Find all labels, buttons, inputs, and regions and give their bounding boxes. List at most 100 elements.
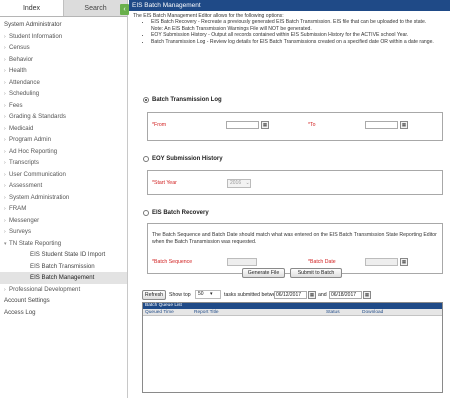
submitted-between-label: tasks submitted between bbox=[224, 292, 282, 298]
sidebar-nav: System Administrator › Student Information… bbox=[0, 17, 127, 318]
column-header[interactable]: Download bbox=[362, 309, 383, 316]
option-label: EOY Submission History bbox=[152, 156, 223, 162]
sidebar-item[interactable]: › Behavior bbox=[0, 54, 127, 66]
sidebar-item[interactable]: › Messenger bbox=[0, 215, 127, 227]
option-batch-transmission-log[interactable]: Batch Transmission Log bbox=[143, 97, 222, 103]
radio-eis-batch-recovery[interactable] bbox=[143, 210, 149, 216]
sidebar-item[interactable]: › Health bbox=[0, 65, 127, 77]
sidebar-item-label: Health bbox=[9, 67, 27, 74]
sidebar-item-label: Account Settings bbox=[4, 297, 50, 304]
sidebar-item[interactable]: › Fees bbox=[0, 100, 127, 112]
sidebar-item[interactable]: EIS Batch Management bbox=[0, 272, 127, 284]
queue-date-from-input[interactable]: 06/12/2017 bbox=[274, 291, 307, 299]
start-year-value: 2016 bbox=[230, 180, 242, 186]
intro-list: EIS Batch Recovery - Recreate a previous… bbox=[151, 19, 447, 45]
sidebar-item[interactable]: › Transcripts bbox=[0, 157, 127, 169]
sidebar-item-label: Medicaid bbox=[9, 124, 34, 132]
batch-date-label: *Batch Date bbox=[308, 259, 336, 265]
sidebar-item[interactable]: › Ad Hoc Reporting bbox=[0, 146, 127, 158]
batch-date-input[interactable] bbox=[365, 258, 398, 266]
sidebar-item-label: TN State Reporting bbox=[9, 239, 62, 247]
option-eis-batch-recovery[interactable]: EIS Batch Recovery bbox=[143, 210, 209, 216]
page-title: EIS Batch Management bbox=[129, 0, 450, 11]
calendar-icon[interactable]: ▦ bbox=[400, 258, 408, 266]
sidebar-item-label: Grading & Standards bbox=[9, 113, 66, 120]
log-fieldset: *From ▦ *To ▦ bbox=[147, 112, 443, 141]
recovery-note: The Batch Sequence and Batch Date should… bbox=[152, 232, 437, 245]
sidebar-item-label: User Communication bbox=[9, 170, 66, 178]
batch-sequence-input[interactable] bbox=[227, 258, 257, 266]
tab-search[interactable]: Search bbox=[64, 0, 127, 16]
sidebar-item[interactable]: › Scheduling bbox=[0, 88, 127, 100]
sidebar-item[interactable]: › User Communication bbox=[0, 169, 127, 181]
sidebar-item[interactable]: › Student Information bbox=[0, 31, 127, 43]
to-date-input[interactable] bbox=[365, 121, 398, 129]
calendar-icon[interactable]: ▦ bbox=[261, 121, 269, 129]
sidebar-item[interactable]: › Surveys bbox=[0, 226, 127, 238]
option-label: EIS Batch Recovery bbox=[152, 210, 209, 216]
sidebar-item[interactable]: › System Administration bbox=[0, 192, 127, 204]
sidebar-item-label: FRAM bbox=[9, 205, 27, 212]
sidebar-item[interactable]: Access Log bbox=[0, 307, 127, 319]
sidebar-item-label: Professional Development bbox=[9, 285, 81, 293]
sidebar-item-label: Transcripts bbox=[9, 159, 39, 166]
sidebar-item-label: Surveys bbox=[9, 228, 32, 235]
sidebar-item-label: System Administrator bbox=[4, 21, 62, 28]
sidebar-item-label: Program Admin bbox=[9, 136, 51, 143]
refresh-button[interactable]: Refresh bbox=[142, 290, 166, 300]
collapse-sidebar-button[interactable]: ‹ bbox=[120, 4, 129, 15]
column-header[interactable]: Queued Time bbox=[145, 309, 174, 316]
start-year-select[interactable]: 2016 ⌄ bbox=[227, 179, 251, 188]
intro-item: EIS Batch Recovery - Recreate a previous… bbox=[151, 19, 447, 25]
sidebar-item-label: System Administration bbox=[9, 193, 70, 201]
from-label: *From bbox=[152, 122, 167, 128]
sidebar-item[interactable]: EIS Batch Transmission bbox=[0, 261, 127, 273]
sidebar-item[interactable]: EIS Student State ID Import bbox=[0, 249, 127, 261]
sidebar-item[interactable]: ▾ TN State Reporting bbox=[0, 238, 127, 250]
tab-index[interactable]: Index bbox=[0, 0, 64, 16]
sidebar-tabs: Index Search bbox=[0, 0, 127, 17]
chevron-down-icon: ⌄ bbox=[245, 180, 250, 186]
calendar-icon[interactable]: ▦ bbox=[400, 121, 408, 129]
sidebar-item-label: Ad Hoc Reporting bbox=[9, 147, 58, 155]
recovery-fieldset: The Batch Sequence and Batch Date should… bbox=[147, 223, 443, 274]
calendar-icon[interactable]: ▦ bbox=[308, 291, 316, 299]
sidebar-item[interactable]: System Administrator bbox=[0, 19, 127, 31]
top-count-select[interactable]: 50 ▾ bbox=[195, 290, 221, 299]
from-date-input[interactable] bbox=[226, 121, 259, 129]
sidebar-item-label: EIS Batch Transmission bbox=[30, 262, 95, 270]
sidebar-item-label: EIS Student State ID Import bbox=[30, 251, 106, 258]
sidebar-item[interactable]: › Census bbox=[0, 42, 127, 54]
sidebar: Index Search ‹ System Administrator › Stud… bbox=[0, 0, 129, 398]
intro-item: EOY Submission History - Output all reco… bbox=[151, 32, 447, 38]
sidebar-item[interactable]: › Professional Development bbox=[0, 284, 127, 296]
sidebar-item-label: Behavior bbox=[9, 55, 34, 63]
intro-text: The EIS Batch Management Editor allows f… bbox=[129, 11, 450, 45]
start-year-label: *Start Year bbox=[152, 180, 177, 186]
sidebar-item[interactable]: › Assessment bbox=[0, 180, 127, 192]
submit-to-batch-button[interactable]: Submit to Batch bbox=[290, 268, 342, 278]
sidebar-item[interactable]: › FRAM bbox=[0, 203, 127, 215]
sidebar-item-label: Access Log bbox=[4, 308, 36, 316]
show-top-label: Show top bbox=[169, 292, 191, 298]
column-header[interactable]: Report Title bbox=[194, 309, 219, 316]
to-label: *To bbox=[308, 122, 316, 128]
batch-queue-header: Queued Time Report Title Status Download bbox=[143, 309, 442, 316]
sidebar-item-label: Assessment bbox=[9, 182, 43, 189]
option-eoy-submission-history[interactable]: EOY Submission History bbox=[143, 156, 223, 162]
radio-batch-transmission-log[interactable] bbox=[143, 97, 149, 103]
sidebar-item[interactable]: › Program Admin bbox=[0, 134, 127, 146]
sidebar-item[interactable]: › Attendance bbox=[0, 77, 127, 89]
chevron-left-icon: ‹ bbox=[123, 6, 126, 13]
radio-eoy-submission-history[interactable] bbox=[143, 156, 149, 162]
generate-file-button[interactable]: Generate File bbox=[242, 268, 285, 278]
sidebar-item[interactable]: › Grading & Standards bbox=[0, 111, 127, 123]
sidebar-item-label: Attendance bbox=[9, 78, 40, 86]
and-label: and bbox=[318, 292, 327, 298]
sidebar-item[interactable]: › Medicaid bbox=[0, 123, 127, 135]
column-header[interactable]: Status bbox=[326, 309, 340, 316]
queue-date-to-input[interactable]: 06/18/2017 bbox=[329, 291, 362, 299]
batch-sequence-label: *Batch Sequence bbox=[152, 259, 193, 265]
sidebar-item[interactable]: Account Settings bbox=[0, 295, 127, 307]
calendar-icon[interactable]: ▦ bbox=[363, 291, 371, 299]
